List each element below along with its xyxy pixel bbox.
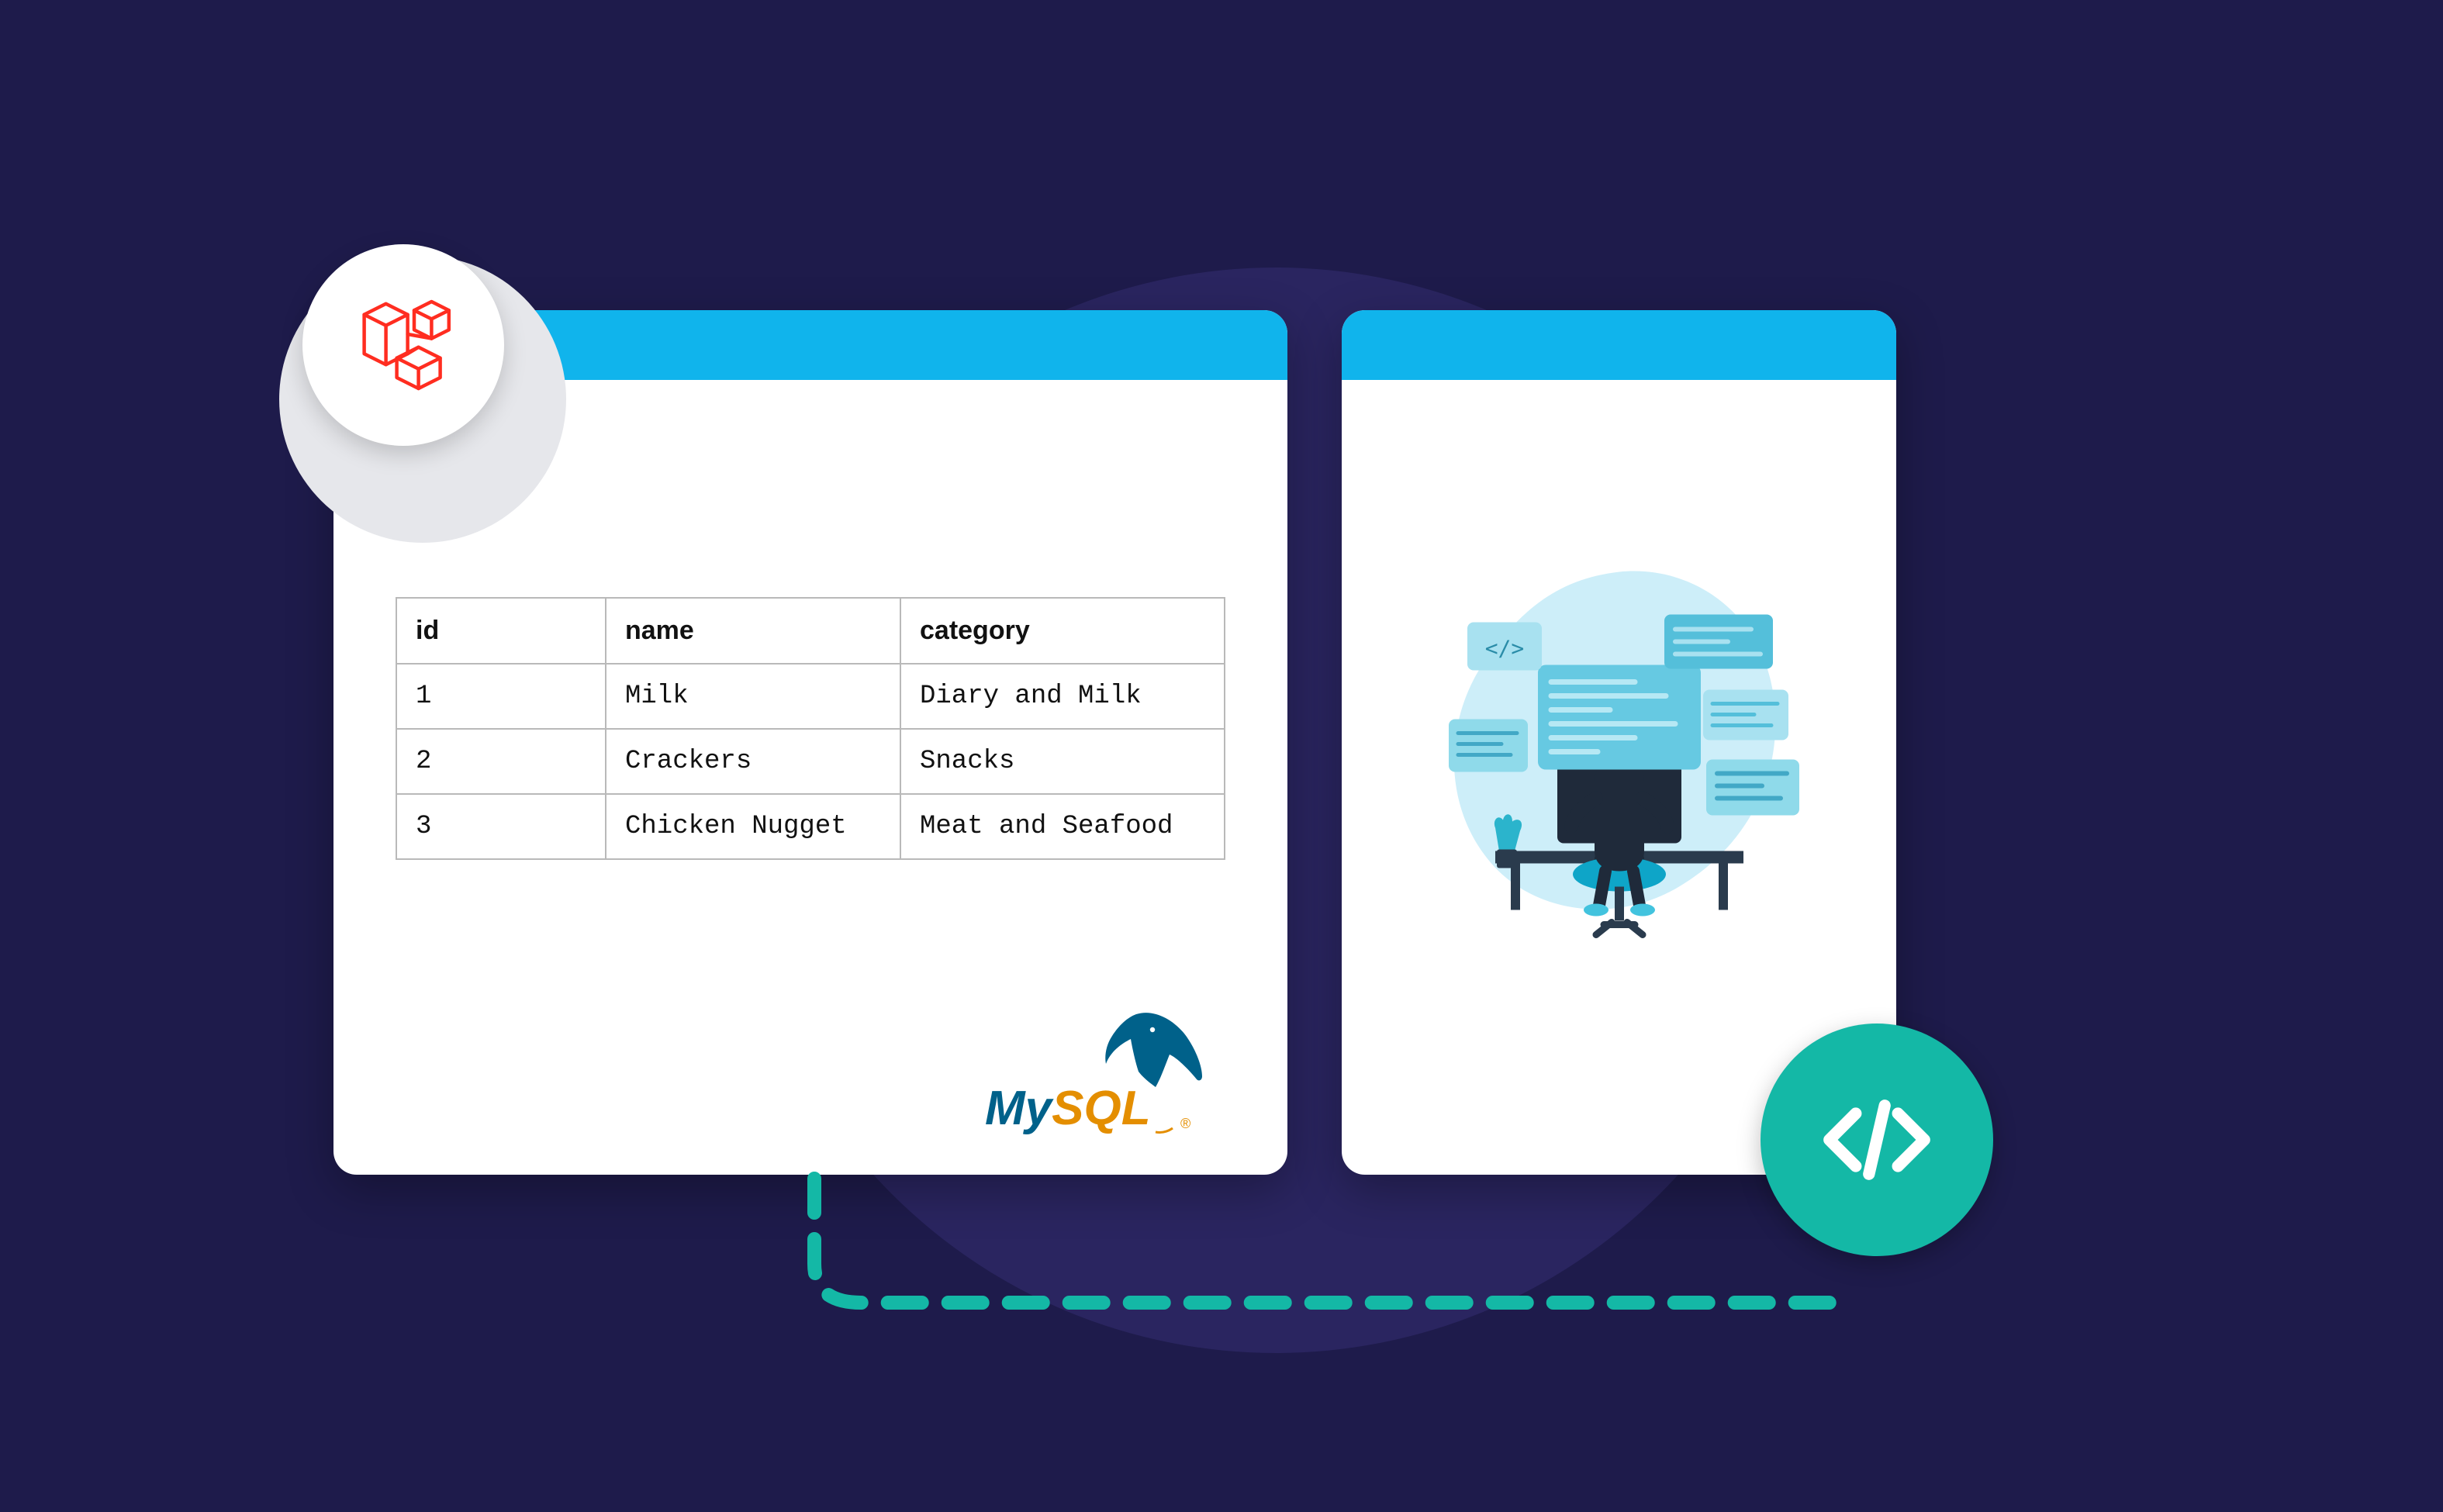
col-name: name [606,598,900,664]
products-table: id name category 1 Milk Diary and Milk 2… [396,597,1225,860]
developer-illustration: </> [1402,540,1837,979]
laravel-logo-badge [302,244,504,446]
table-row: 2 Crackers Snacks [396,729,1225,794]
code-icon-badge [1761,1024,1993,1256]
col-category: category [900,598,1225,664]
svg-text:MySQL: MySQL [985,1082,1151,1135]
table-header-row: id name category [396,598,1225,664]
svg-text:®: ® [1180,1116,1190,1131]
col-id: id [396,598,606,664]
mysql-logo: MySQL ® [969,1008,1233,1148]
table-row: 3 Chicken Nugget Meat and Seafood [396,794,1225,859]
card-header-bar [1342,310,1896,380]
table-row: 1 Milk Diary and Milk [396,664,1225,729]
svg-text:</>: </> [1484,635,1524,661]
